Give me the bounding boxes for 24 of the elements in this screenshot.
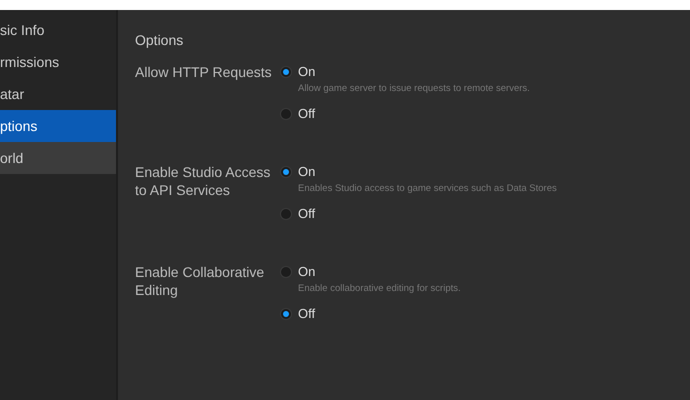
option-description: Enable collaborative editing for scripts. [298, 282, 461, 296]
radio-label[interactable]: On [298, 262, 316, 282]
radio-button[interactable] [280, 308, 292, 320]
radio-label[interactable]: Off [298, 204, 316, 224]
radio-label[interactable]: On [298, 162, 316, 182]
sidebar-item[interactable]: sic Info [0, 14, 116, 46]
radio-button[interactable] [280, 66, 292, 78]
radio-button[interactable] [280, 108, 292, 120]
setting-label: Enable Studio Access to API Services [135, 163, 272, 200]
section-heading: Options [135, 31, 184, 50]
radio-button[interactable] [280, 208, 292, 220]
option-description: Enables Studio access to game services such as Data Stores [298, 182, 557, 196]
option-description: Allow game server to issue requests to remote servers. [298, 82, 530, 96]
setting-label: Allow HTTP Requests [135, 63, 273, 82]
sidebar-item[interactable]: rmissions [0, 46, 116, 78]
sidebar-item[interactable]: atar [0, 78, 116, 110]
radio-button[interactable] [280, 266, 292, 278]
radio-button[interactable] [280, 166, 292, 178]
sidebar-item[interactable]: orld [0, 142, 116, 174]
sidebar-item[interactable]: ptions [0, 110, 116, 142]
radio-label[interactable]: Off [298, 304, 316, 324]
radio-label[interactable]: On [298, 62, 316, 82]
setting-label: Enable Collaborative Editing [135, 263, 266, 300]
radio-label[interactable]: Off [298, 104, 316, 124]
